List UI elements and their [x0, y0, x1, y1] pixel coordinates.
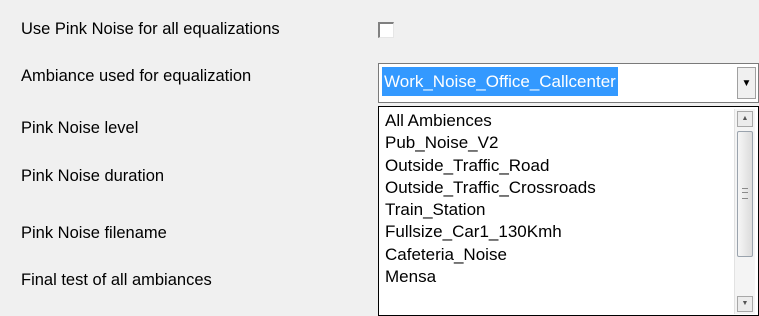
list-item[interactable]: Cafeteria_Noise [385, 244, 596, 266]
list-item[interactable]: Fullsize_Car1_130Kmh [385, 221, 596, 243]
scroll-down-arrow-icon[interactable]: ▼ [737, 296, 753, 312]
ambiance-dropdown-list[interactable]: All Ambiences Pub_Noise_V2 Outside_Traff… [378, 106, 759, 316]
pink-noise-all-label: Use Pink Noise for all equalizations [21, 20, 280, 38]
ambiance-combobox[interactable]: Work_Noise_Office_Callcenter ▼ [378, 63, 759, 103]
pink-noise-duration-label: Pink Noise duration [21, 167, 165, 185]
scrollbar-thumb[interactable] [737, 131, 753, 257]
list-item[interactable]: All Ambiences [385, 110, 596, 132]
list-item[interactable]: Outside_Traffic_Crossroads [385, 177, 596, 199]
pink-noise-filename-label: Pink Noise filename [21, 224, 167, 242]
list-item[interactable]: Mensa [385, 266, 596, 288]
vertical-scrollbar[interactable]: ▲ ▼ [734, 109, 755, 314]
pink-noise-all-checkbox[interactable] [378, 22, 394, 38]
list-item[interactable]: Pub_Noise_V2 [385, 132, 596, 154]
final-test-label: Final test of all ambiances [21, 271, 212, 289]
list-item[interactable]: Outside_Traffic_Road [385, 155, 596, 177]
chevron-down-icon[interactable]: ▼ [737, 67, 756, 99]
grip-icon [742, 188, 748, 199]
ambiance-selected-value[interactable]: Work_Noise_Office_Callcenter [382, 67, 618, 96]
scroll-up-arrow-icon[interactable]: ▲ [737, 111, 753, 127]
pink-noise-level-label: Pink Noise level [21, 119, 139, 137]
list-item[interactable]: Train_Station [385, 199, 596, 221]
ambiance-label: Ambiance used for equalization [21, 67, 252, 85]
